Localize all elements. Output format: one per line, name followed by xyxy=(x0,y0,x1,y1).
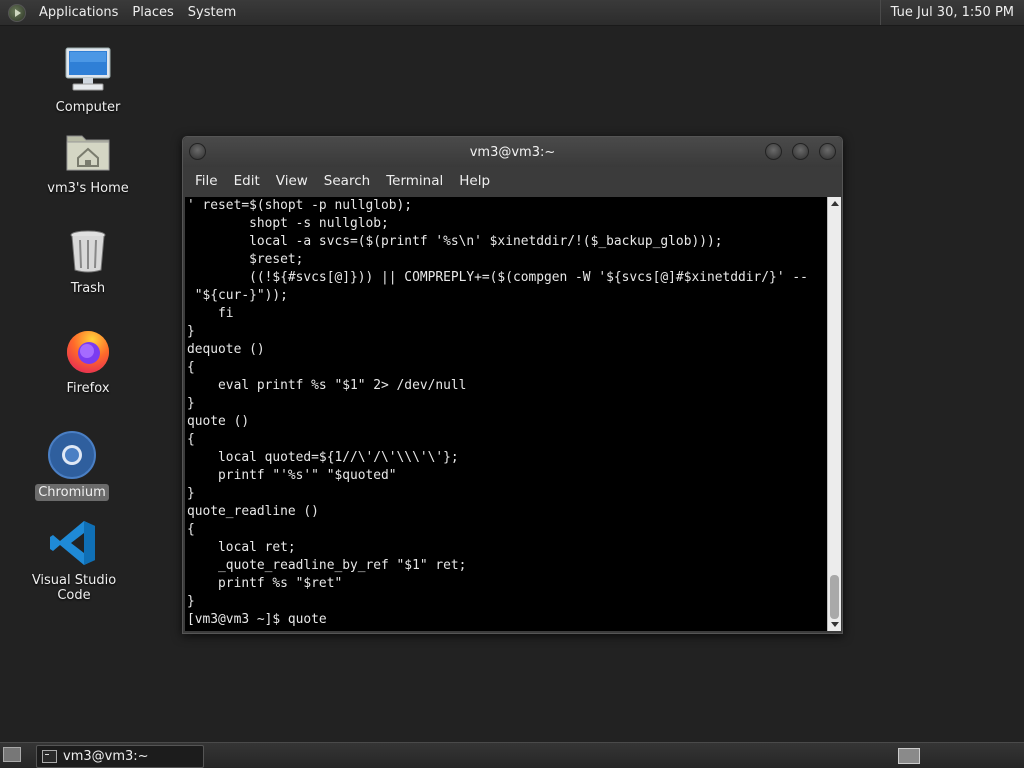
terminal-line: printf %s "$ret" xyxy=(187,576,343,591)
vscode-icon xyxy=(49,518,99,568)
computer-icon xyxy=(63,45,113,95)
minimize-button[interactable] xyxy=(765,143,782,160)
desktop-icon-label: Firefox xyxy=(66,381,110,396)
terminal-window[interactable]: vm3@vm3:~ File Edit View Search Terminal… xyxy=(182,136,843,634)
terminal-line: ((!${#svcs[@]})) || COMPREPLY+=($(compge… xyxy=(187,270,808,285)
terminal-icon xyxy=(42,750,57,763)
top-panel: Applications Places System Tue Jul 30, 1… xyxy=(0,0,1024,26)
desktop-icon-label: vm3's Home xyxy=(47,181,129,196)
menu-places[interactable]: Places xyxy=(125,5,180,20)
terminal-line: shopt -s nullglob; xyxy=(187,216,389,231)
menu-system[interactable]: System xyxy=(181,5,243,20)
terminal-line: dequote () xyxy=(187,342,265,357)
desktop-icon-chromium[interactable]: Chromium xyxy=(17,430,127,501)
terminal-line: local ret; xyxy=(187,540,296,555)
terminal-line: { xyxy=(187,360,195,375)
terminal-scrollbar[interactable] xyxy=(827,197,841,631)
desktop-icon-label: Trash xyxy=(70,281,106,296)
panel-clock[interactable]: Tue Jul 30, 1:50 PM xyxy=(879,0,1024,25)
menu-help[interactable]: Help xyxy=(451,173,498,189)
terminal-line: quote_readline () xyxy=(187,504,319,519)
desktop-icon-computer[interactable]: Computer xyxy=(33,45,143,116)
menu-edit[interactable]: Edit xyxy=(226,173,268,189)
terminal-menubar: File Edit View Search Terminal Help xyxy=(183,167,842,195)
terminal-line: fi xyxy=(187,306,234,321)
chromium-icon xyxy=(47,430,97,480)
terminal-line: { xyxy=(187,432,195,447)
terminal-output[interactable]: ' reset=$(shopt -p nullglob); shopt -s n… xyxy=(185,197,827,631)
scroll-up-arrow-icon[interactable] xyxy=(831,201,839,206)
terminal-line: } xyxy=(187,324,195,339)
taskbar-item-terminal[interactable]: vm3@vm3:~ xyxy=(36,745,204,768)
terminal-line: { xyxy=(187,522,195,537)
terminal-line: ' reset=$(shopt -p nullglob); xyxy=(187,198,413,213)
bottom-panel: vm3@vm3:~ xyxy=(0,742,1024,768)
terminal-line: $reset; xyxy=(187,252,304,267)
distro-logo-icon[interactable] xyxy=(8,3,26,22)
show-desktop-icon[interactable] xyxy=(3,747,21,762)
terminal-line: "${cur-}")); xyxy=(187,288,288,303)
terminal-line: quote () xyxy=(187,414,250,429)
desktop-icon-firefox[interactable]: Firefox xyxy=(33,326,143,397)
scroll-down-arrow-icon[interactable] xyxy=(831,622,839,627)
menu-terminal[interactable]: Terminal xyxy=(378,173,451,189)
workspace-switcher[interactable] xyxy=(898,748,920,764)
close-button[interactable] xyxy=(819,143,836,160)
terminal-line: printf "'%s'" "$quoted" xyxy=(187,468,397,483)
terminal-prompt-line: [vm3@vm3 ~]$ quote xyxy=(187,612,327,627)
taskbar-item-label: vm3@vm3:~ xyxy=(63,749,149,764)
menu-view[interactable]: View xyxy=(268,173,316,189)
desktop-icon-label: Chromium xyxy=(35,484,109,501)
desktop-icon-trash[interactable]: Trash xyxy=(33,226,143,297)
terminal-line: local quoted=${1//\'/\'\\\'\'}; xyxy=(187,450,459,465)
menu-applications[interactable]: Applications xyxy=(32,5,125,20)
maximize-button[interactable] xyxy=(792,143,809,160)
menu-file[interactable]: File xyxy=(187,173,226,189)
firefox-icon xyxy=(63,326,113,376)
scrollbar-thumb[interactable] xyxy=(830,575,839,619)
trash-icon xyxy=(63,226,113,276)
terminal-line: eval printf %s "$1" 2> /dev/null xyxy=(187,378,467,393)
terminal-line: local -a svcs=($(printf '%s\n' $xinetddi… xyxy=(187,234,723,249)
home-folder-icon xyxy=(63,126,113,176)
terminal-line: } xyxy=(187,486,195,501)
desktop-icon-label: Visual Studio Code xyxy=(31,573,117,603)
terminal-line: } xyxy=(187,594,195,609)
window-titlebar[interactable]: vm3@vm3:~ xyxy=(183,137,842,167)
terminal-line: } xyxy=(187,396,195,411)
desktop-icon-label: Computer xyxy=(55,100,121,115)
menu-search[interactable]: Search xyxy=(316,173,378,189)
window-menu-button[interactable] xyxy=(189,143,206,160)
window-title: vm3@vm3:~ xyxy=(469,144,556,160)
terminal-line: _quote_readline_by_ref "$1" ret; xyxy=(187,558,467,573)
desktop-icon-home[interactable]: vm3's Home xyxy=(33,126,143,197)
desktop-icon-vscode[interactable]: Visual Studio Code xyxy=(19,518,129,604)
